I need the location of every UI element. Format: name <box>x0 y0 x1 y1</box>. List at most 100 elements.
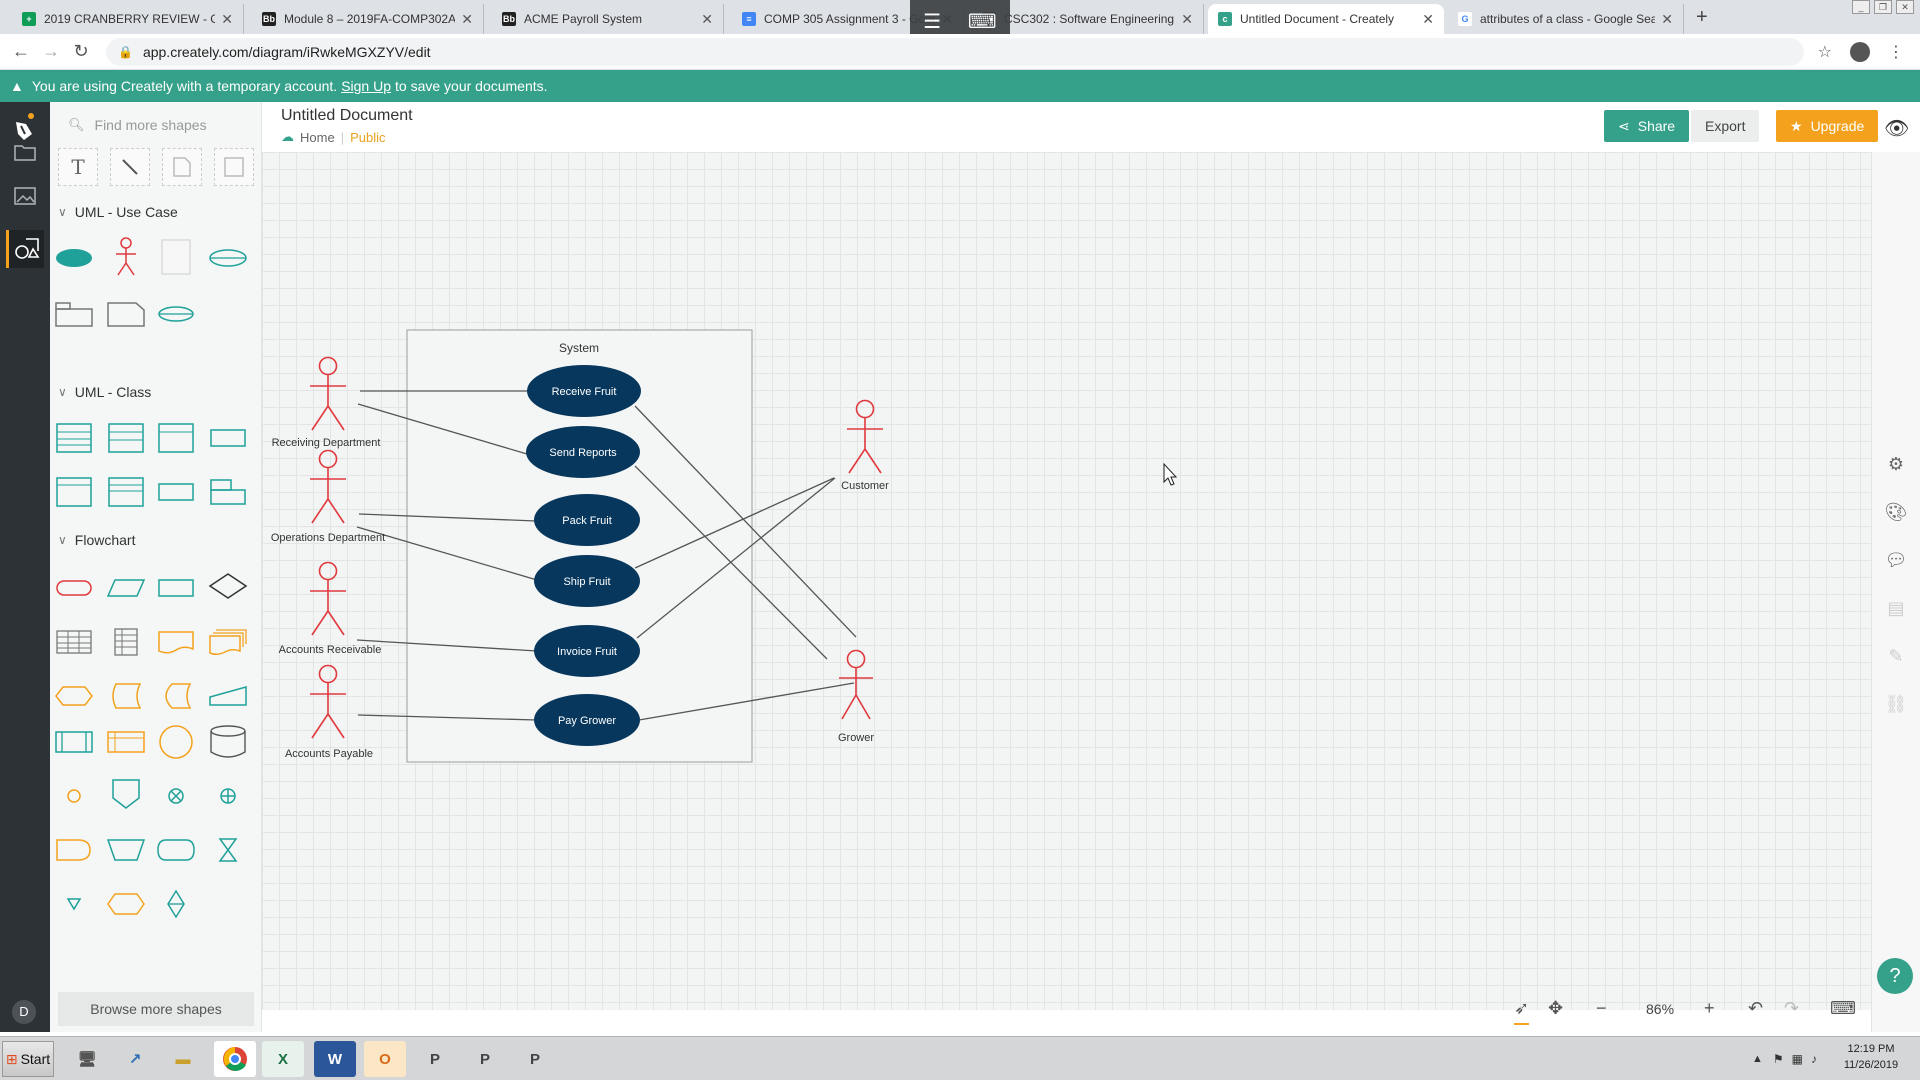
class-shape[interactable] <box>156 474 196 510</box>
browser-tab[interactable]: Bb Module 8 – 2019FA-COMP302AM ✕ <box>252 4 484 34</box>
predefined-process-shape[interactable] <box>54 724 94 760</box>
actor-operations-department[interactable] <box>310 449 346 524</box>
section-flowchart[interactable]: ∨ Flowchart <box>58 532 135 548</box>
browser-profile-avatar[interactable] <box>1850 41 1870 62</box>
select-tool-icon[interactable]: ➶ <box>1514 998 1530 1025</box>
chrome-icon[interactable] <box>214 1041 256 1077</box>
collate-shape[interactable] <box>208 832 248 868</box>
share-button[interactable]: ⋖ Share <box>1604 110 1690 142</box>
rectangle-tool-button[interactable] <box>214 148 254 186</box>
app-p-icon[interactable]: P <box>464 1041 506 1077</box>
merge-shape[interactable] <box>54 886 94 922</box>
summing-junction-shape[interactable] <box>156 778 196 814</box>
sort-shape[interactable] <box>156 884 196 924</box>
close-window-button[interactable]: ✕ <box>1896 0 1914 14</box>
export-button[interactable]: Export <box>1691 110 1760 142</box>
remote-app-icon[interactable]: ↗ <box>114 1041 156 1077</box>
forward-icon[interactable]: → <box>36 41 66 62</box>
browser-menu-icon[interactable]: ⋮ <box>1888 42 1904 62</box>
collaboration-ellipse-shape[interactable] <box>156 296 196 332</box>
class-shape[interactable] <box>54 474 94 510</box>
system-boundary-shape[interactable] <box>156 236 196 278</box>
browser-tab-active[interactable]: c Untitled Document - Creately ✕ <box>1208 4 1444 34</box>
stored-data-shape[interactable] <box>106 678 146 714</box>
bookmark-star-icon[interactable]: ☆ <box>1818 42 1832 62</box>
shapes-icon[interactable] <box>6 230 44 268</box>
url-field[interactable]: 🔒 app.creately.com/diagram/iRwkeMGXZYV/e… <box>106 37 1804 66</box>
use-case-invoice-fruit[interactable]: Invoice Fruit <box>534 625 640 677</box>
preview-eye-icon[interactable]: 👁︎ <box>1884 116 1909 141</box>
explorer-folder-icon[interactable]: ▬ <box>162 1041 204 1077</box>
close-icon[interactable]: ✕ <box>221 11 233 28</box>
extension-point-ellipse-shape[interactable] <box>208 240 248 276</box>
close-icon[interactable]: ✕ <box>1661 11 1673 28</box>
use-case-pay-grower[interactable]: Pay Grower <box>534 694 640 746</box>
use-case-receive-fruit[interactable]: Receive Fruit <box>527 365 641 417</box>
close-icon[interactable]: ✕ <box>701 11 713 28</box>
close-icon[interactable]: ✕ <box>1422 11 1434 28</box>
use-case-send-reports[interactable]: Send Reports <box>526 426 640 478</box>
delay-d-shape[interactable] <box>54 832 94 868</box>
image-icon[interactable] <box>12 186 38 212</box>
class-shape[interactable] <box>54 420 94 456</box>
new-tab-button[interactable]: + <box>1696 6 1708 29</box>
visibility-public[interactable]: Public <box>350 130 385 145</box>
or-shape[interactable] <box>208 778 248 814</box>
zoom-in-icon[interactable]: + <box>1704 998 1715 1019</box>
volume-icon[interactable]: ♪ <box>1811 1052 1817 1066</box>
start-button[interactable]: ⊞ Start <box>2 1041 54 1077</box>
redo-icon[interactable]: ↷ <box>1784 998 1799 1019</box>
display-shape[interactable] <box>156 832 196 868</box>
package-shape[interactable] <box>54 296 94 332</box>
use-case-ship-fruit[interactable]: Ship Fruit <box>534 555 640 607</box>
app-p-icon[interactable]: P <box>514 1041 556 1077</box>
zoom-out-icon[interactable]: − <box>1596 998 1607 1019</box>
delay-shape[interactable] <box>156 678 196 714</box>
pan-tool-icon[interactable]: ✥ <box>1548 998 1563 1019</box>
minimize-button[interactable]: _ <box>1852 0 1870 14</box>
excel-icon[interactable]: X <box>262 1041 304 1077</box>
actor-receiving-department[interactable] <box>310 356 346 431</box>
document-title[interactable]: Untitled Document <box>281 107 413 125</box>
network-icon[interactable]: ▦ <box>1792 1052 1803 1066</box>
browser-tab[interactable]: G attributes of a class - Google Search … <box>1448 4 1684 34</box>
undo-icon[interactable]: ↶ <box>1748 998 1763 1019</box>
decision-shape[interactable] <box>208 566 248 606</box>
word-icon[interactable]: W <box>314 1041 356 1077</box>
creately-logo-icon[interactable] <box>12 112 38 140</box>
class-shape[interactable] <box>106 420 146 456</box>
class-shape[interactable] <box>156 420 196 456</box>
database-shape[interactable] <box>208 722 248 762</box>
palette-icon[interactable]: 🎨︎ <box>1884 500 1908 524</box>
off-page-connector-shape[interactable] <box>106 774 146 814</box>
folder-icon[interactable] <box>12 142 38 168</box>
keyboard-shortcuts-icon[interactable]: ⌨ <box>1830 998 1856 1019</box>
data-shape[interactable] <box>106 570 146 606</box>
upgrade-button[interactable]: ★ Upgrade <box>1776 110 1879 142</box>
system-clock[interactable]: 12:19 PM 11/26/2019 <box>1834 1041 1908 1073</box>
text-tool-button[interactable]: T <box>58 148 98 186</box>
browse-more-shapes-button[interactable]: Browse more shapes <box>58 992 254 1026</box>
browser-tab[interactable]: + 2019 CRANBERRY REVIEW - Google ✕ <box>12 4 244 34</box>
section-uml-use-case[interactable]: ∨ UML - Use Case <box>58 204 178 220</box>
hierarchy-icon[interactable]: ⛓ <box>1884 692 1908 716</box>
process-shape[interactable] <box>156 570 196 606</box>
actor-shape[interactable] <box>106 236 146 278</box>
sign-up-link[interactable]: Sign Up <box>341 78 391 94</box>
comment-icon[interactable]: 💬︎ <box>1884 548 1908 572</box>
notes-icon[interactable]: ▤ <box>1884 596 1908 620</box>
document-shape[interactable] <box>156 624 196 660</box>
actor-customer[interactable] <box>847 399 883 474</box>
restore-button[interactable]: ❐ <box>1874 0 1892 14</box>
class-shape[interactable] <box>106 474 146 510</box>
reload-icon[interactable]: ↻ <box>66 41 96 62</box>
note-tool-button[interactable] <box>162 148 202 186</box>
class-shape[interactable] <box>208 420 248 456</box>
close-icon[interactable]: ✕ <box>1181 11 1193 28</box>
use-case-ellipse-shape[interactable] <box>54 240 94 276</box>
table-shape[interactable] <box>54 624 94 660</box>
breadcrumb-home[interactable]: Home <box>300 130 335 145</box>
outlook-icon[interactable]: O <box>364 1041 406 1077</box>
page-settings-icon[interactable]: ⚙ <box>1884 452 1908 476</box>
zoom-level[interactable]: 86% <box>1646 1001 1674 1017</box>
